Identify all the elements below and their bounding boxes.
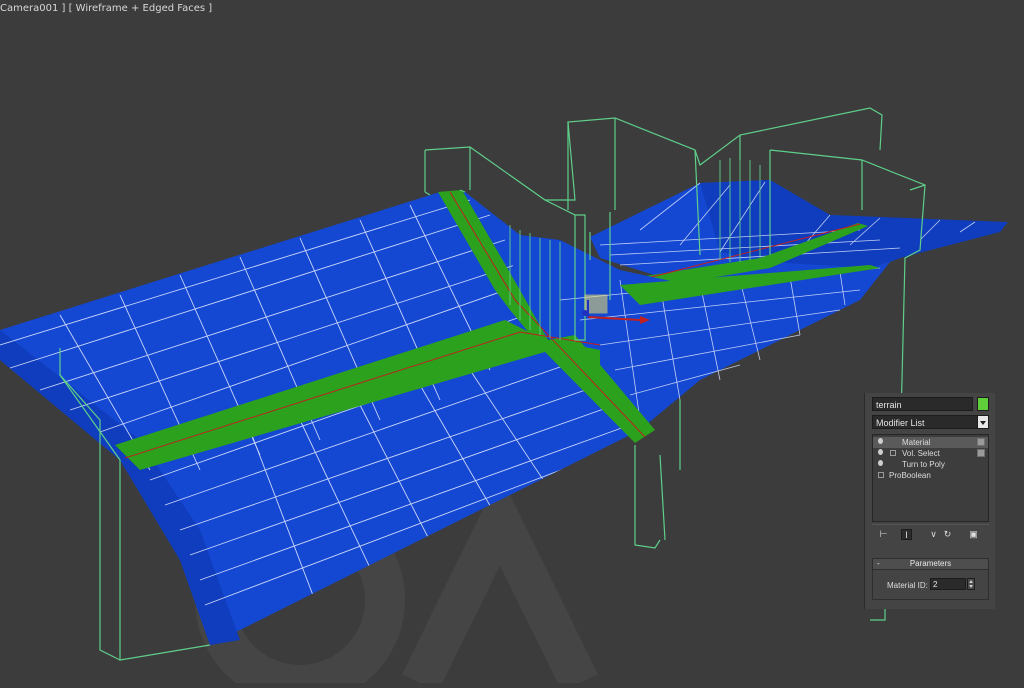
modifier-list-dropdown[interactable]: Modifier List <box>872 415 980 429</box>
modifier-toggle-icon[interactable] <box>977 438 985 446</box>
modifier-toggle-icon[interactable] <box>977 449 985 457</box>
configure-sets-icon[interactable]: ▣ <box>968 529 979 540</box>
viewport-label[interactable]: Camera001 ] [ Wireframe + Edged Faces ] <box>0 3 212 14</box>
modifier-stack-toolbar: ⊢ I ∨ ↻ ▣ <box>872 524 989 543</box>
modify-panel: terrain Modifier List Material Vol. Sele… <box>864 393 995 609</box>
stack-item-proboolean[interactable]: ProBoolean <box>873 470 988 481</box>
show-end-result-icon[interactable]: I <box>901 529 912 540</box>
expand-icon[interactable] <box>878 472 884 478</box>
make-unique-icon[interactable]: ∨ <box>928 529 939 540</box>
object-name-field[interactable]: terrain <box>872 397 973 411</box>
lightbulb-icon[interactable] <box>878 460 883 466</box>
object-color-swatch[interactable] <box>977 397 989 411</box>
stack-item-turn-to-poly[interactable]: Turn to Poly <box>873 459 988 470</box>
material-id-label: Material ID: <box>887 581 928 590</box>
stack-item-material[interactable]: Material <box>873 437 988 448</box>
remove-modifier-icon[interactable]: ↻ <box>942 529 953 540</box>
stack-item-vol-select[interactable]: Vol. Select <box>873 448 988 459</box>
material-id-input[interactable]: 2 <box>930 578 966 590</box>
material-id-spinner[interactable] <box>967 578 975 590</box>
stack-item-label: ProBoolean <box>889 471 931 480</box>
parameters-rollout: Material ID: 2 <box>872 570 989 600</box>
collapse-icon[interactable]: - <box>877 559 880 569</box>
pin-stack-icon[interactable]: ⊢ <box>878 529 889 540</box>
lightbulb-icon[interactable] <box>878 438 883 444</box>
stack-item-label: Vol. Select <box>902 449 940 458</box>
stack-item-label: Material <box>902 438 931 447</box>
lightbulb-icon[interactable] <box>878 449 883 455</box>
parameters-rollout-header[interactable]: - Parameters <box>872 558 989 570</box>
rollout-title: Parameters <box>909 559 952 568</box>
stack-item-label: Turn to Poly <box>902 460 945 469</box>
expand-icon[interactable] <box>890 450 896 456</box>
modifier-stack[interactable]: Material Vol. Select Turn to Poly ProBoo… <box>872 434 989 522</box>
chevron-down-icon[interactable] <box>977 415 989 429</box>
